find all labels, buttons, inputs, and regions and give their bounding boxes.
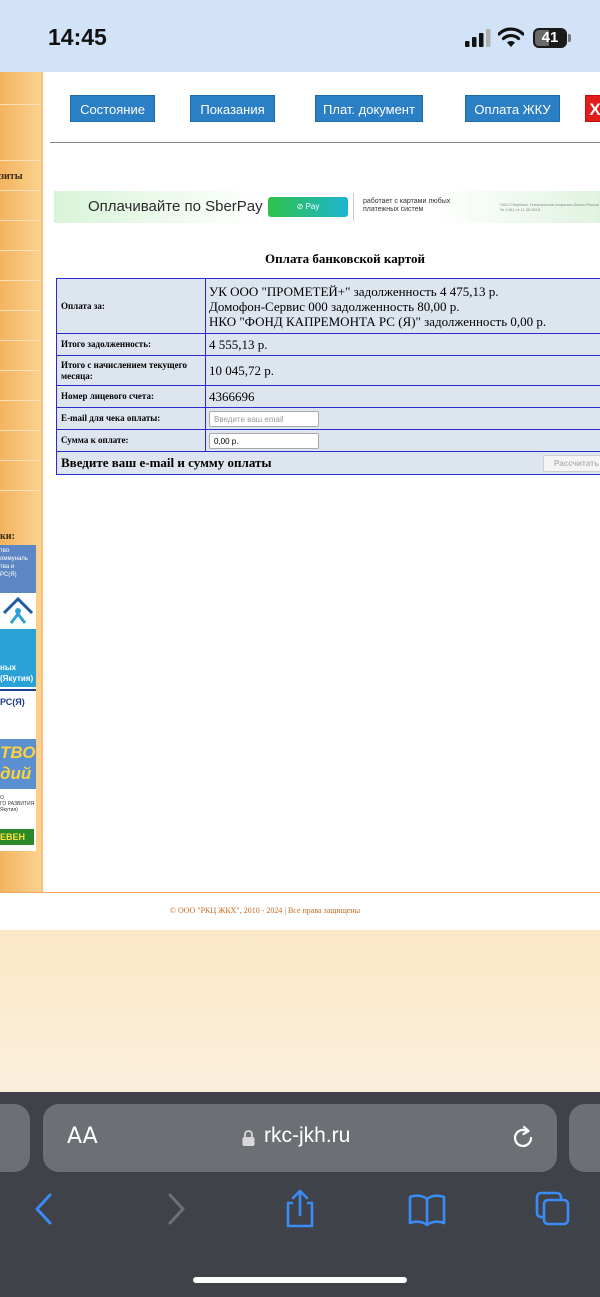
table-row: Сумма к оплате: — [56, 429, 600, 452]
banner-development[interactable]: О ГО РАЗВИТИЯ Якутия) — [0, 791, 36, 821]
total-with-month-label: Итого с начислением текущего месяца: — [56, 355, 206, 386]
sidebar-banners: тво оммуналь тва и РС(Я) ных (Якутия) РС… — [0, 545, 36, 851]
wifi-icon — [498, 27, 524, 47]
sberpay-banner[interactable]: Оплачивайте по SberPay ⊘ Pay работает с … — [54, 191, 600, 223]
text-size-button[interactable]: AA — [67, 1124, 98, 1149]
readings-button[interactable]: Показания — [190, 95, 275, 122]
browser-toolbar — [0, 1188, 600, 1240]
table-row: E-mail для чека оплаты: — [56, 407, 600, 430]
calculate-button[interactable]: Рассчитать — [543, 455, 600, 472]
table-row: Введите ваш e-mail и сумму оплаты Рассчи… — [56, 451, 600, 475]
payment-document-button[interactable]: Плат. документ — [315, 95, 423, 122]
top-navigation: Состояние Показания Плат. документ Оплат… — [70, 95, 600, 122]
banner-rs-ya[interactable]: РС(Я) — [0, 689, 36, 737]
sberpay-title: Оплачивайте по SberPay — [88, 198, 263, 215]
account-number-label: Номер лицевого счета: — [56, 385, 206, 408]
pay-for-item: Домофон-Сервис 000 задолженность 80,00 р… — [209, 298, 460, 314]
sberpay-pay-badge: ⊘ Pay — [268, 197, 348, 217]
page-background — [0, 930, 600, 1092]
tabs-icon[interactable] — [533, 1188, 573, 1230]
sberpay-cards-text: работает с картами любых платежных систе… — [363, 198, 451, 213]
reload-icon[interactable] — [510, 1125, 536, 1151]
pay-utilities-button[interactable]: Оплата ЖКУ — [465, 95, 560, 122]
bookmarks-icon[interactable] — [407, 1188, 447, 1230]
exit-button[interactable]: X — [585, 95, 600, 122]
status-bar: 14:45 41 — [0, 0, 600, 72]
table-row: Номер лицевого счета: 4366696 — [56, 385, 600, 408]
pay-for-item: НКО "ФОНД КАПРЕМОНТА РС (Я)" задолженнос… — [209, 313, 547, 329]
state-button[interactable]: Состояние — [70, 95, 155, 122]
total-debt-label: Итого задолженность: — [56, 333, 206, 356]
clock: 14:45 — [48, 24, 107, 50]
url-text: rkc-jkh.ru — [264, 1124, 351, 1147]
pay-for-list: УК ООО "ПРОМЕТЕЙ+" задолженность 4 475,1… — [205, 278, 600, 334]
banner-green[interactable]: ЕВЕН — [0, 823, 36, 851]
email-field[interactable] — [209, 411, 319, 428]
banner-house-logo[interactable] — [0, 593, 36, 627]
banner-ministry-housing[interactable]: тво оммуналь тва и РС(Я) — [0, 545, 36, 593]
banner-ministry[interactable]: ТВО дий — [0, 739, 36, 789]
pay-for-item: УК ООО "ПРОМЕТЕЙ+" задолженность 4 475,1… — [209, 283, 499, 299]
footer-divider — [0, 892, 600, 893]
banner-yakutia-services[interactable]: ных (Якутия) — [0, 629, 36, 687]
footer-copyright: © ООО "РКЦ ЖКХ", 2010 - 2024 | Все права… — [169, 906, 361, 915]
browser-chrome: AA rkc-jkh.ru — [0, 1092, 600, 1297]
table-row: Итого задолженность: 4 555,13 р. — [56, 333, 600, 356]
sidebar-links-heading: ки: — [0, 531, 15, 542]
previous-tab-preview[interactable] — [0, 1104, 30, 1172]
payment-table: Оплата за: УК ООО "ПРОМЕТЕЙ+" задолженно… — [56, 278, 600, 475]
forward-icon[interactable] — [155, 1188, 195, 1230]
next-tab-preview[interactable] — [569, 1104, 600, 1172]
page-title: Оплата банковской картой — [265, 251, 425, 266]
home-indicator — [193, 1277, 407, 1283]
battery-level: 41 — [541, 29, 559, 46]
house-logo-icon — [2, 596, 34, 624]
cellular-signal-icon — [465, 29, 491, 47]
sberpay-separator — [353, 193, 354, 221]
lock-icon — [242, 1130, 255, 1146]
amount-field[interactable] — [209, 433, 319, 450]
email-label: E-mail для чека оплаты: — [56, 407, 206, 430]
account-number-value: 4366696 — [205, 385, 600, 408]
nav-divider — [50, 142, 600, 143]
table-row: Итого с начислением текущего месяца: 10 … — [56, 355, 600, 386]
form-prompt: Введите ваш e-mail и сумму оплаты — [61, 455, 272, 470]
table-row: Оплата за: УК ООО "ПРОМЕТЕЙ+" задолженно… — [56, 278, 600, 334]
total-with-month-value: 10 045,72 р. — [205, 355, 600, 386]
total-debt-value: 4 555,13 р. — [205, 333, 600, 356]
share-icon[interactable] — [280, 1188, 320, 1230]
back-icon[interactable] — [25, 1188, 65, 1230]
address-bar[interactable]: AA rkc-jkh.ru — [43, 1104, 557, 1172]
amount-label: Сумма к оплате: — [56, 429, 206, 452]
sidebar-menu-item[interactable]: зиты — [0, 171, 23, 182]
sberpay-legal-text: ПАО Сбербанк. Генеральная лицензия Банка… — [500, 202, 600, 212]
pay-for-label: Оплата за: — [56, 278, 206, 334]
battery-icon: 41 — [533, 28, 571, 48]
